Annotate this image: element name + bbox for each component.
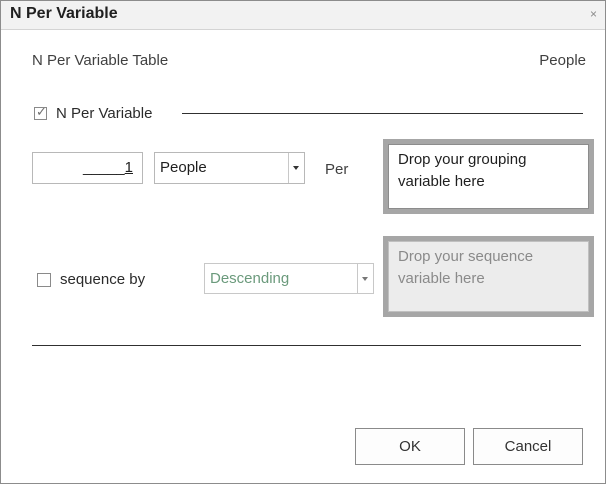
- grouping-drop-zone[interactable]: Drop your grouping variable here: [383, 139, 594, 214]
- close-icon[interactable]: ×: [590, 8, 597, 20]
- cancel-button[interactable]: Cancel: [473, 428, 583, 465]
- chevron-down-icon: [362, 277, 368, 281]
- n-per-variable-label: N Per Variable: [56, 105, 153, 122]
- count-value: _____1: [82, 159, 133, 176]
- target-label: People: [539, 52, 586, 69]
- per-label: Per: [325, 161, 349, 178]
- sequence-by-label: sequence by: [60, 271, 146, 288]
- section-divider: [182, 113, 583, 114]
- sequence-drop-text: Drop your sequence variable here: [388, 241, 589, 312]
- order-selected: Descending: [210, 270, 290, 287]
- ok-button[interactable]: OK: [355, 428, 465, 465]
- footer-divider: [32, 345, 581, 346]
- sequence-drop-zone[interactable]: Drop your sequence variable here: [383, 236, 594, 317]
- dropdown-button[interactable]: [357, 264, 373, 293]
- grouping-drop-text: Drop your grouping variable here: [388, 144, 589, 209]
- order-dropdown[interactable]: Descending: [204, 263, 374, 294]
- check-icon: ✓: [36, 104, 47, 119]
- unit-dropdown[interactable]: People: [154, 152, 305, 184]
- table-label: N Per Variable Table: [32, 52, 169, 69]
- n-per-variable-checkbox[interactable]: ✓: [34, 104, 47, 120]
- n-per-variable-dialog: N Per Variable × N Per Variable Table Pe…: [0, 0, 606, 484]
- sequence-by-checkbox[interactable]: [37, 273, 51, 287]
- chevron-down-icon: [293, 166, 299, 170]
- dropdown-button[interactable]: [288, 153, 304, 183]
- dialog-title: N Per Variable: [10, 5, 118, 22]
- title-bar: N Per Variable ×: [1, 1, 605, 30]
- count-input[interactable]: _____1: [32, 152, 143, 184]
- unit-selected: People: [160, 159, 207, 176]
